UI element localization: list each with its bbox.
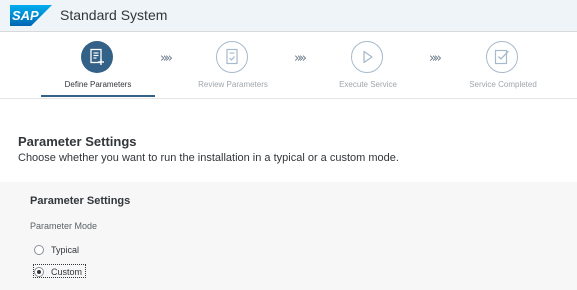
shell-title: Standard System xyxy=(60,7,168,23)
svg-text:SAP: SAP xyxy=(12,8,39,23)
wizard-step-review-parameters[interactable]: Review Parameters xyxy=(173,32,293,98)
play-icon xyxy=(363,50,373,64)
shell-header: SAP Standard System xyxy=(0,0,577,32)
check-document-icon xyxy=(494,49,509,65)
panel-title: Parameter Settings xyxy=(30,195,131,207)
wizard-step-service-completed[interactable]: Service Completed xyxy=(443,32,563,98)
radio-label-typical[interactable]: Typical xyxy=(51,245,79,255)
step-label: Define Parameters xyxy=(64,80,132,89)
wizard-progress: Define Parameters »» Review Parameters »… xyxy=(0,32,577,99)
parameter-mode-label: Parameter Mode xyxy=(30,221,98,231)
active-step-indicator xyxy=(41,95,155,97)
step-label: Service Completed xyxy=(469,80,537,89)
wizard-step-define-parameters[interactable]: Define Parameters xyxy=(38,32,158,98)
focus-outline xyxy=(33,264,86,278)
step-label: Execute Service xyxy=(339,80,397,89)
step-circle-inactive[interactable] xyxy=(351,41,383,73)
page-title: Parameter Settings xyxy=(18,134,137,149)
step-label: Review Parameters xyxy=(198,80,268,89)
radio-button-typical[interactable] xyxy=(34,245,44,255)
step-circle-inactive[interactable] xyxy=(486,41,518,73)
sap-logo-icon[interactable]: SAP xyxy=(10,5,52,26)
form-add-icon xyxy=(90,48,104,65)
chevron-double-right-icon: »» xyxy=(160,51,173,66)
step-circle-active[interactable] xyxy=(81,41,113,73)
step-circle-inactive[interactable] xyxy=(216,41,248,73)
chevron-double-right-icon: »» xyxy=(294,51,307,66)
review-document-icon xyxy=(226,48,238,65)
radio-option-typical[interactable]: Typical xyxy=(34,243,79,257)
chevron-double-right-icon: »» xyxy=(429,51,442,66)
wizard-step-execute-service[interactable]: Execute Service xyxy=(308,32,428,98)
page-description: Choose whether you want to run the insta… xyxy=(18,152,399,164)
